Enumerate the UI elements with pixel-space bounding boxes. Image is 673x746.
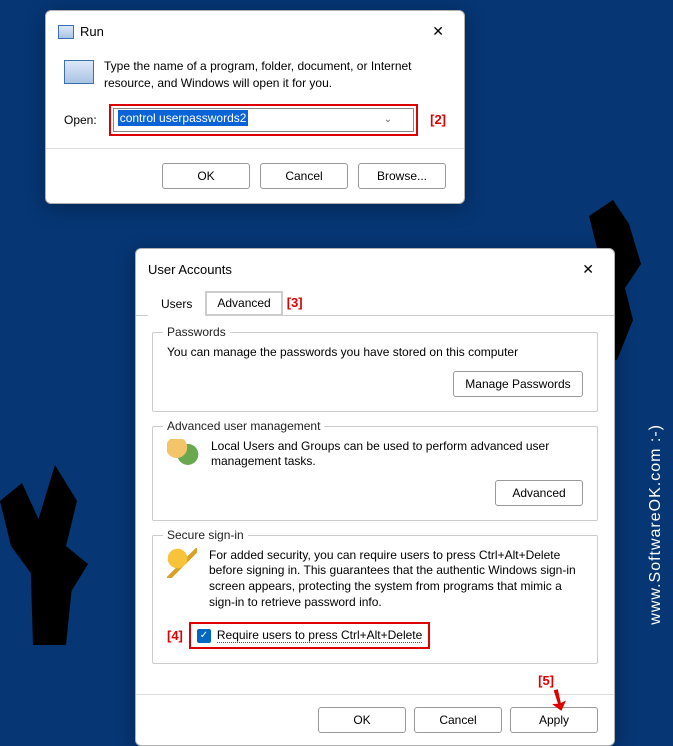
- ok-button[interactable]: OK: [162, 163, 250, 189]
- run-window-icon: [64, 60, 94, 84]
- run-icon: [58, 25, 74, 39]
- cancel-button[interactable]: Cancel: [414, 707, 502, 733]
- people-icon: [167, 439, 199, 467]
- ok-button[interactable]: OK: [318, 707, 406, 733]
- close-icon[interactable]: ✕: [574, 259, 602, 280]
- ua-title: User Accounts: [148, 262, 232, 277]
- ua-body: Passwords You can manage the passwords y…: [136, 316, 614, 694]
- close-icon[interactable]: ✕: [424, 21, 452, 42]
- secure-legend: Secure sign-in: [163, 528, 248, 542]
- run-input-highlight: control userpasswords2 ⌄: [109, 104, 418, 136]
- tab-advanced[interactable]: Advanced: [205, 291, 282, 316]
- secure-signin-group: Secure sign-in For added security, you c…: [152, 535, 598, 664]
- tab-users[interactable]: Users: [148, 291, 205, 316]
- run-open-row: Open: control userpasswords2 ⌄ [2]: [46, 98, 464, 148]
- run-dialog: Run ✕ Type the name of a program, folder…: [45, 10, 465, 204]
- advanced-button[interactable]: Advanced: [495, 480, 583, 506]
- ua-titlebar[interactable]: User Accounts ✕: [136, 249, 614, 290]
- require-cad-label: Require users to press Ctrl+Alt+Delete: [217, 628, 422, 643]
- manage-passwords-button[interactable]: Manage Passwords: [453, 371, 583, 397]
- passwords-text: You can manage the passwords you have st…: [167, 345, 583, 361]
- run-body: Type the name of a program, folder, docu…: [46, 48, 464, 98]
- key-icon: [167, 548, 197, 578]
- require-cad-row[interactable]: ✓ Require users to press Ctrl+Alt+Delete: [189, 622, 430, 649]
- annotation-4: [4]: [167, 628, 183, 643]
- advanced-group: Advanced user management Local Users and…: [152, 426, 598, 521]
- run-titlebar[interactable]: Run ✕: [46, 11, 464, 48]
- watermark: www.SoftwareOK.com :-): [647, 424, 665, 625]
- secure-text: For added security, you can require user…: [209, 548, 583, 610]
- run-title: Run: [80, 24, 104, 39]
- open-input-value: control userpasswords2: [118, 110, 249, 126]
- ua-tabs: Users Advanced [3]: [136, 290, 614, 316]
- advanced-text: Local Users and Groups can be used to pe…: [211, 439, 583, 470]
- user-accounts-dialog: User Accounts ✕ Users Advanced [3] Passw…: [135, 248, 615, 746]
- passwords-group: Passwords You can manage the passwords y…: [152, 332, 598, 412]
- cancel-button[interactable]: Cancel: [260, 163, 348, 189]
- annotation-2: [2]: [430, 112, 446, 127]
- run-button-row: OK Cancel Browse...: [46, 148, 464, 203]
- open-input[interactable]: control userpasswords2: [113, 108, 414, 132]
- checkbox-checked-icon[interactable]: ✓: [197, 629, 211, 643]
- chevron-down-icon[interactable]: ⌄: [384, 114, 392, 125]
- browse-button[interactable]: Browse...: [358, 163, 446, 189]
- decorative-silhouette-left: [0, 465, 110, 645]
- passwords-legend: Passwords: [163, 325, 230, 339]
- annotation-3: [3]: [287, 295, 303, 310]
- run-description: Type the name of a program, folder, docu…: [104, 58, 446, 92]
- ua-button-row: [5] ➘ OK Cancel Apply: [136, 694, 614, 745]
- advanced-legend: Advanced user management: [163, 419, 324, 433]
- open-label: Open:: [64, 113, 97, 127]
